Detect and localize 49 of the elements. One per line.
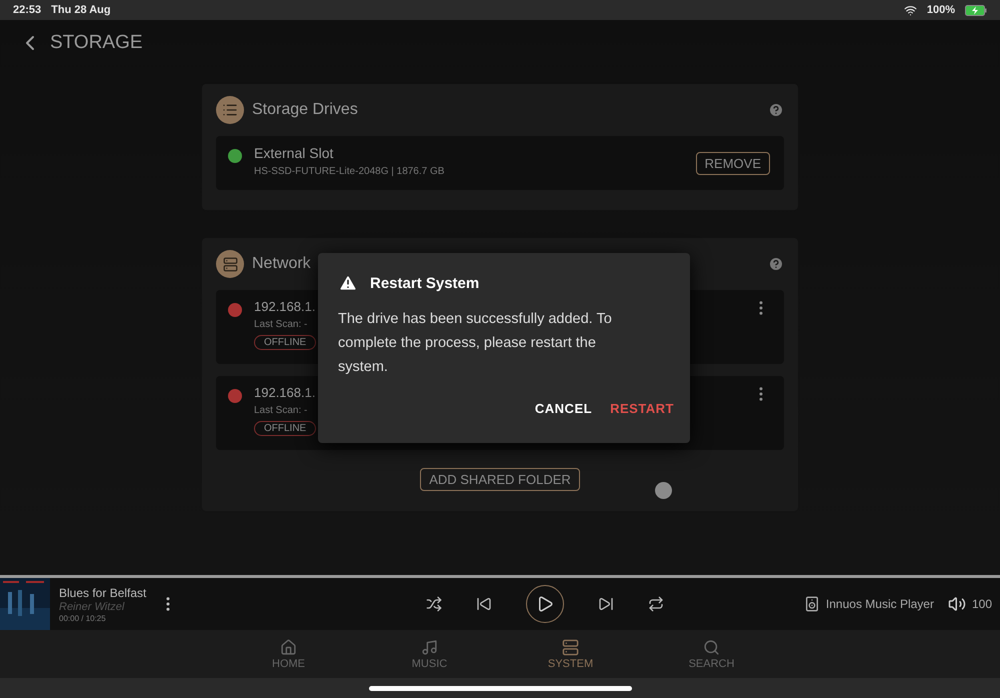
dialog-message: The drive has been successfully added. To complete the process, please restart the system. xyxy=(338,310,613,377)
track-title: Blues for Belfast xyxy=(59,586,148,600)
music-icon xyxy=(421,638,438,656)
dialog-title: Restart System xyxy=(370,274,480,292)
help-icon[interactable] xyxy=(768,102,784,118)
previous-icon[interactable] xyxy=(476,596,492,612)
repeat-icon[interactable] xyxy=(648,596,664,612)
list-icon xyxy=(216,96,244,124)
drive-name: External Slot xyxy=(254,145,334,161)
last-scan: Last Scan: - xyxy=(254,319,308,330)
share-address: 192.168.1. xyxy=(254,385,316,400)
track-time: 00:00 / 10:25 xyxy=(59,614,107,622)
next-icon[interactable] xyxy=(598,596,614,612)
status-label: OFFLINE xyxy=(254,335,316,350)
last-scan: Last Scan: - xyxy=(254,405,308,416)
remove-button[interactable]: REMOVE xyxy=(696,152,770,174)
nav-tab[interactable]: MUSIC xyxy=(396,630,462,678)
share-address: 192.168.1. xyxy=(254,299,316,314)
nav-tab[interactable]: SYSTEM xyxy=(538,630,604,678)
volume-icon[interactable] xyxy=(948,595,966,613)
drive-detail: HS-SSD-FUTURE-Lite-2048G | 1876.7 GB xyxy=(254,166,444,177)
device-name[interactable]: Innuos Music Player xyxy=(826,597,934,611)
wifi-icon xyxy=(904,4,917,16)
restart-button[interactable]: RESTART xyxy=(608,397,676,420)
card-title: Storage Drives xyxy=(252,101,359,119)
status-label: OFFLINE xyxy=(254,421,316,436)
clock-time: 22:53 xyxy=(13,4,42,16)
home-indicator[interactable] xyxy=(368,686,632,690)
help-icon[interactable] xyxy=(768,256,784,272)
card-title: Network xyxy=(252,255,312,273)
battery-percent: 100% xyxy=(926,4,955,16)
server-icon xyxy=(216,250,244,278)
shuffle-icon[interactable] xyxy=(426,596,442,612)
speaker-icon[interactable] xyxy=(804,596,820,612)
search-icon xyxy=(703,638,720,656)
volume-value: 100 xyxy=(972,597,992,611)
nav-tab[interactable]: SEARCH xyxy=(678,630,744,678)
battery-icon xyxy=(965,4,987,16)
track-artist: Reiner Witzel xyxy=(59,600,126,612)
date: Thu 28 Aug xyxy=(51,4,111,16)
nav-tab[interactable]: HOME xyxy=(256,630,322,678)
play-icon xyxy=(536,595,554,613)
add-shared-folder-button[interactable]: ADD SHARED FOLDER xyxy=(420,468,580,491)
server-icon xyxy=(562,638,579,656)
warning-icon xyxy=(338,273,358,293)
cancel-button[interactable]: CANCEL xyxy=(532,397,594,420)
page-title: STORAGE xyxy=(50,32,143,54)
home-icon xyxy=(280,638,297,656)
play-button[interactable] xyxy=(526,585,564,623)
